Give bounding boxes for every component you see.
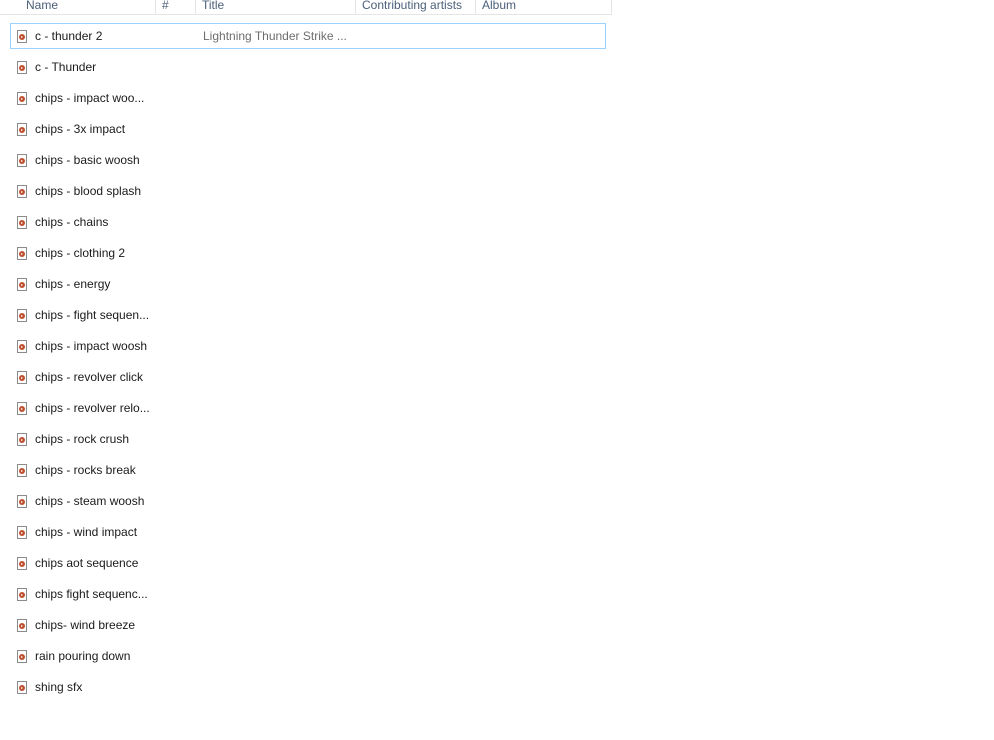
file-row[interactable]: chips aot sequence (10, 550, 606, 576)
file-row[interactable]: c - thunder 2 Lightning Thunder Strike ..… (10, 23, 606, 49)
file-title (203, 458, 353, 482)
file-name: chips aot sequence (35, 556, 139, 570)
file-name: c - Thunder (35, 60, 97, 74)
file-name: chips - steam woosh (35, 494, 145, 508)
file-title (203, 582, 353, 606)
file-name: shing sfx (35, 680, 83, 694)
file-title (203, 489, 353, 513)
file-name: chips - revolver click (35, 370, 144, 384)
file-row[interactable]: chips fight sequenc... (10, 581, 606, 607)
file-title (203, 241, 353, 265)
file-row[interactable]: chips - impact woo... (10, 85, 606, 111)
file-name: chips - blood splash (35, 184, 142, 198)
file-row[interactable]: chips - steam woosh (10, 488, 606, 514)
file-name: chips - basic woosh (35, 153, 140, 167)
audio-file-icon (17, 557, 27, 570)
file-title (203, 675, 353, 699)
file-name: c - thunder 2 (35, 29, 103, 43)
audio-file-icon (17, 464, 27, 477)
audio-file-icon (17, 278, 27, 291)
file-name: chips - energy (35, 277, 111, 291)
audio-file-icon (17, 92, 27, 105)
audio-file-icon (17, 526, 27, 539)
file-name: chips - impact woosh (35, 339, 148, 353)
column-header-number[interactable]: # (156, 0, 196, 14)
file-title (203, 551, 353, 575)
file-row[interactable]: chips - revolver relo... (10, 395, 606, 421)
file-name: chips - rock crush (35, 432, 130, 446)
audio-file-icon (17, 123, 27, 136)
audio-file-icon (17, 61, 27, 74)
audio-file-icon (17, 30, 27, 43)
audio-file-icon (17, 402, 27, 415)
file-title (203, 86, 353, 110)
audio-file-icon (17, 433, 27, 446)
column-header-album[interactable]: Album (476, 0, 612, 14)
file-row[interactable]: c - Thunder (10, 54, 606, 80)
audio-file-icon (17, 309, 27, 322)
audio-file-icon (17, 681, 27, 694)
file-name: chips - chains (35, 215, 109, 229)
audio-file-icon (17, 619, 27, 632)
column-header-contributing-artists[interactable]: Contributing artists (356, 0, 476, 14)
file-row[interactable]: chips - energy (10, 271, 606, 297)
file-name: chips - revolver relo... (35, 401, 150, 415)
file-row[interactable]: chips - clothing 2 (10, 240, 606, 266)
file-title (203, 520, 353, 544)
column-header-bar: Name # Title Contributing artists Album (0, 0, 612, 15)
audio-file-icon (17, 247, 27, 260)
file-name: rain pouring down (35, 649, 131, 663)
audio-file-icon (17, 216, 27, 229)
file-title (203, 644, 353, 668)
file-row[interactable]: chips - 3x impact (10, 116, 606, 142)
file-name: chips - fight sequen... (35, 308, 150, 322)
file-title (203, 396, 353, 420)
file-row[interactable]: rain pouring down (10, 643, 606, 669)
file-row[interactable]: chips - chains (10, 209, 606, 235)
file-title (203, 303, 353, 327)
column-header-title[interactable]: Title (196, 0, 356, 14)
audio-file-icon (17, 495, 27, 508)
audio-file-icon (17, 154, 27, 167)
file-title (203, 148, 353, 172)
file-name: chips - rocks break (35, 463, 136, 477)
file-title (203, 365, 353, 389)
file-row[interactable]: chips - wind impact (10, 519, 606, 545)
file-title (203, 210, 353, 234)
file-row[interactable]: chips- wind breeze (10, 612, 606, 638)
file-title (203, 117, 353, 141)
file-name: chips - 3x impact (35, 122, 126, 136)
column-header-name[interactable]: Name (20, 0, 156, 14)
file-row[interactable]: chips - rocks break (10, 457, 606, 483)
file-name: chips- wind breeze (35, 618, 136, 632)
audio-file-icon (17, 185, 27, 198)
audio-file-icon (17, 340, 27, 353)
file-row[interactable]: chips - impact woosh (10, 333, 606, 359)
file-row[interactable]: chips - fight sequen... (10, 302, 606, 328)
file-title (203, 613, 353, 637)
file-title (203, 179, 353, 203)
file-name: chips - wind impact (35, 525, 138, 539)
file-title (203, 427, 353, 451)
file-row[interactable]: chips - blood splash (10, 178, 606, 204)
audio-file-icon (17, 588, 27, 601)
file-row[interactable]: chips - rock crush (10, 426, 606, 452)
file-name: chips - clothing 2 (35, 246, 126, 260)
audio-file-icon (17, 371, 27, 384)
file-name: chips fight sequenc... (35, 587, 148, 601)
file-title (203, 334, 353, 358)
file-title (203, 272, 353, 296)
file-title: Lightning Thunder Strike ... (203, 29, 347, 43)
file-name: chips - impact woo... (35, 91, 145, 105)
file-row[interactable]: chips - revolver click (10, 364, 606, 390)
file-title (203, 55, 353, 79)
file-row[interactable]: shing sfx (10, 674, 606, 700)
file-row[interactable]: chips - basic woosh (10, 147, 606, 173)
audio-file-icon (17, 650, 27, 663)
